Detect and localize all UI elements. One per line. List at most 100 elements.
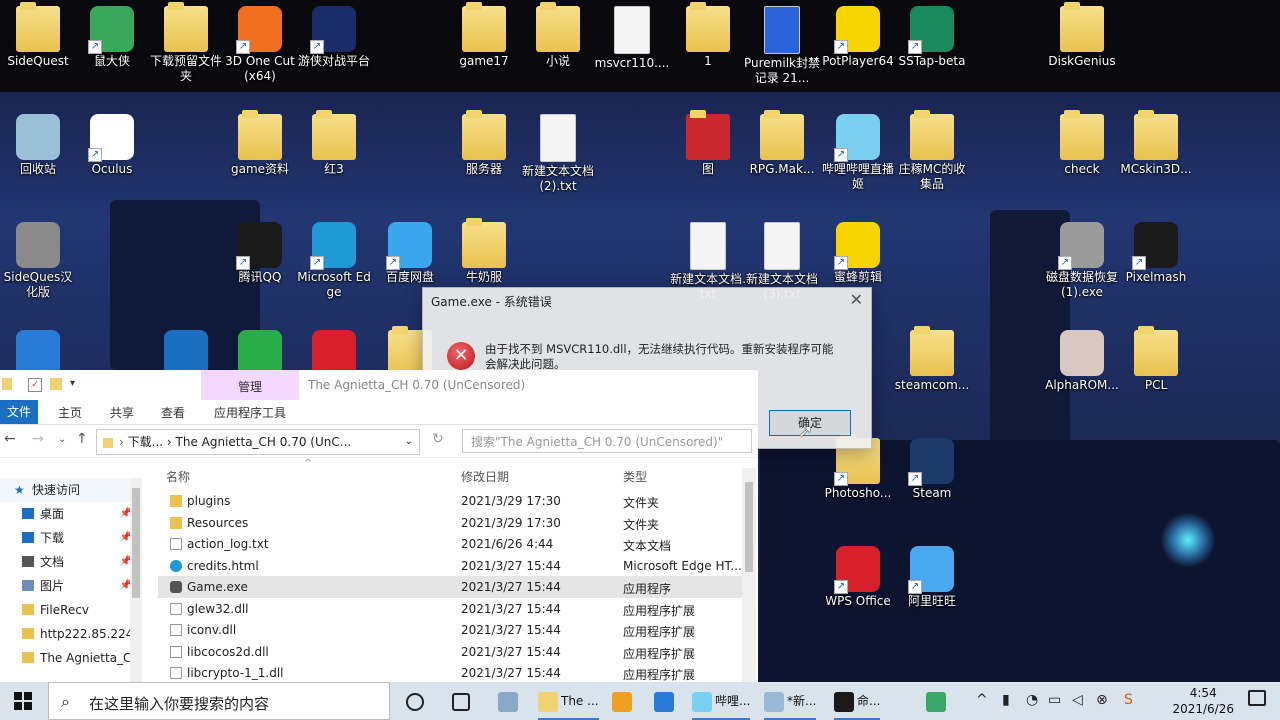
address-bar[interactable]: › 下载... › The Agnietta_CH 0.70 (UnC... ⌄ bbox=[96, 429, 420, 455]
tab-view[interactable]: 查看 bbox=[161, 404, 185, 421]
file-row[interactable]: iconv.dll 2021/3/27 15:44 应用程序扩展 bbox=[158, 619, 742, 641]
back-icon[interactable]: ← bbox=[4, 431, 16, 447]
file-row[interactable]: Game.exe 2021/3/27 15:44 应用程序 bbox=[158, 576, 742, 598]
nav-item[interactable]: FileRecv bbox=[0, 598, 142, 622]
desktop-icon[interactable]: Oculus bbox=[74, 114, 150, 177]
file-row[interactable]: action_log.txt 2021/6/26 4:44 文本文档 bbox=[158, 533, 742, 555]
notification-icon[interactable] bbox=[1248, 690, 1266, 706]
file-scrollbar[interactable] bbox=[742, 468, 756, 682]
file-row[interactable]: credits.html 2021/3/27 15:44 Microsoft Edg… bbox=[158, 555, 742, 577]
address-dropdown-icon[interactable]: ⌄ bbox=[405, 430, 413, 454]
start-button[interactable] bbox=[14, 692, 32, 710]
forward-icon[interactable]: → bbox=[32, 431, 44, 447]
tab-file[interactable]: 文件 bbox=[0, 400, 38, 424]
column-type[interactable]: 类型 bbox=[623, 468, 647, 485]
tab-share[interactable]: 共享 bbox=[110, 404, 134, 421]
nav-item[interactable]: 下载 📌 bbox=[0, 526, 142, 550]
desktop-icon[interactable]: 蜜蜂剪辑 bbox=[820, 222, 896, 285]
ime-icon[interactable]: S bbox=[1124, 692, 1133, 708]
desktop-icon[interactable]: 新建文本文档 (2).txt bbox=[520, 114, 596, 194]
recent-dropdown-icon[interactable]: ⌄ bbox=[58, 434, 66, 445]
desktop-icon[interactable]: game资料 bbox=[222, 110, 298, 177]
nav-scrollbar[interactable] bbox=[130, 478, 142, 682]
taskbar-app[interactable]: The ... bbox=[538, 686, 599, 720]
file-row[interactable]: glew32.dll 2021/3/27 15:44 应用程序扩展 bbox=[158, 598, 742, 620]
tab-home[interactable]: 主页 bbox=[58, 404, 82, 421]
desktop-icon[interactable]: msvcr110.... bbox=[594, 6, 670, 71]
desktop-icon[interactable]: 下载预留文件夹 bbox=[148, 2, 224, 84]
quick-access-dropdown-icon[interactable]: ▾ bbox=[70, 378, 75, 389]
taskbar-app[interactable]: *新... bbox=[764, 686, 817, 720]
desktop-icon[interactable]: 鼠大侠 bbox=[74, 6, 150, 69]
search-input[interactable]: 搜索"The Agnietta_CH 0.70 (UnCensored)" bbox=[462, 429, 752, 453]
taskbar-app[interactable] bbox=[452, 686, 473, 716]
desktop-icon[interactable]: 回收站 bbox=[0, 114, 76, 177]
desktop-icon[interactable]: DiskGenius bbox=[1044, 2, 1120, 69]
file-row[interactable]: plugins 2021/3/29 17:30 文件夹 bbox=[158, 490, 742, 512]
desktop-icon[interactable]: MCskin3D... bbox=[1118, 110, 1194, 177]
taskbar-app[interactable] bbox=[654, 686, 677, 716]
desktop-icon[interactable]: 图 bbox=[670, 110, 746, 177]
taskbar-app[interactable] bbox=[498, 686, 521, 716]
desktop-icon[interactable]: 庄稼MC的收集品 bbox=[894, 110, 970, 192]
dialog-close-button[interactable]: ✕ bbox=[850, 290, 863, 309]
taskbar-app[interactable] bbox=[406, 686, 427, 716]
desktop-icon[interactable]: 1 bbox=[670, 2, 746, 69]
desktop-icon[interactable]: steamcom... bbox=[894, 326, 970, 393]
nav-item[interactable]: The Agnietta_C bbox=[0, 646, 142, 670]
desktop-icon[interactable]: PotPlayer64 bbox=[820, 6, 896, 69]
desktop-icon[interactable]: 牛奶服 bbox=[446, 218, 522, 285]
desktop-icon[interactable]: SideQuest bbox=[0, 2, 76, 69]
file-scrollbar-thumb[interactable] bbox=[745, 482, 753, 572]
desktop-icon[interactable]: 服务器 bbox=[446, 110, 522, 177]
desktop-icon[interactable]: check bbox=[1044, 110, 1120, 177]
desktop-icon[interactable]: Steam bbox=[894, 438, 970, 501]
desktop-icon[interactable]: SideQues汉化版 bbox=[0, 222, 76, 300]
nav-item[interactable]: 桌面 📌 bbox=[0, 502, 142, 526]
desktop-icon[interactable]: 哔哩哔哩直播姬 bbox=[820, 114, 896, 192]
desktop-icon[interactable]: 红3 bbox=[296, 110, 372, 177]
taskbar-app[interactable] bbox=[612, 686, 635, 716]
desktop-icon[interactable]: 磁盘数据恢复 (1).exe bbox=[1044, 222, 1120, 300]
microphone-icon[interactable]: ▮ bbox=[1002, 692, 1010, 708]
desktop-icon[interactable]: 腾讯QQ bbox=[222, 222, 298, 285]
desktop-icon[interactable]: 游侠对战平台 bbox=[296, 6, 372, 69]
tab-app-tools[interactable]: 应用程序工具 bbox=[214, 404, 286, 421]
desktop-icon[interactable]: Pixelmash bbox=[1118, 222, 1194, 285]
desktop-icon[interactable]: Puremilk封禁记录 21... bbox=[744, 6, 820, 86]
desktop-icon[interactable]: SSTap-beta bbox=[894, 6, 970, 69]
taskbar-search[interactable]: ⌕ 在这里输入你要搜索的内容 bbox=[48, 682, 390, 720]
up-icon[interactable]: ↑ bbox=[76, 431, 88, 447]
desktop-icon[interactable]: 百度网盘 bbox=[372, 222, 448, 285]
refresh-icon[interactable]: ↻ bbox=[432, 431, 444, 447]
desktop-icon[interactable]: 小说 bbox=[520, 2, 596, 69]
desktop-icon[interactable]: RPG.Mak... bbox=[744, 110, 820, 177]
taskbar-app[interactable] bbox=[926, 686, 949, 716]
taskbar-app[interactable]: 命... bbox=[834, 686, 881, 720]
desktop-icon[interactable]: AlphaROM... bbox=[1044, 330, 1120, 393]
nav-item[interactable]: 文档 📌 bbox=[0, 550, 142, 574]
volume-icon[interactable]: ◁ bbox=[1072, 692, 1083, 708]
column-name[interactable]: 名称 bbox=[166, 468, 190, 485]
desktop-icon[interactable]: Microsoft Edge bbox=[296, 222, 372, 300]
file-row[interactable]: libcrypto-1_1.dll 2021/3/27 15:44 应用程序扩展 bbox=[158, 662, 742, 682]
network-icon[interactable]: ◔ bbox=[1026, 692, 1038, 708]
nav-scrollbar-thumb[interactable] bbox=[132, 488, 140, 598]
battery-icon[interactable]: ▭ bbox=[1048, 692, 1061, 708]
desktop-icon[interactable]: 3D One Cut(x64) bbox=[222, 6, 298, 84]
tray-expand-icon[interactable]: ^ bbox=[976, 692, 988, 708]
nav-item[interactable]: ★ 快速访问 bbox=[0, 478, 142, 502]
file-row[interactable]: libcocos2d.dll 2021/3/27 15:44 应用程序扩展 bbox=[158, 641, 742, 663]
desktop-icon[interactable]: PCL bbox=[1118, 326, 1194, 393]
clock[interactable]: 4:54 2021/6/26 bbox=[1172, 685, 1234, 717]
new-folder-icon[interactable] bbox=[50, 378, 62, 390]
desktop-icon[interactable]: 阿里旺旺 bbox=[894, 546, 970, 609]
column-date[interactable]: 修改日期 bbox=[461, 468, 509, 485]
desktop-icon[interactable]: game17 bbox=[446, 2, 522, 69]
properties-icon[interactable]: ✓ bbox=[28, 378, 42, 392]
desktop-icon[interactable]: WPS Office bbox=[820, 546, 896, 609]
disabled-icon[interactable]: ⊗ bbox=[1096, 692, 1108, 708]
nav-item[interactable]: 图片 📌 bbox=[0, 574, 142, 598]
ribbon-context-tab[interactable]: 管理 bbox=[201, 370, 299, 400]
taskbar-app[interactable]: 哔哩... bbox=[692, 686, 751, 720]
